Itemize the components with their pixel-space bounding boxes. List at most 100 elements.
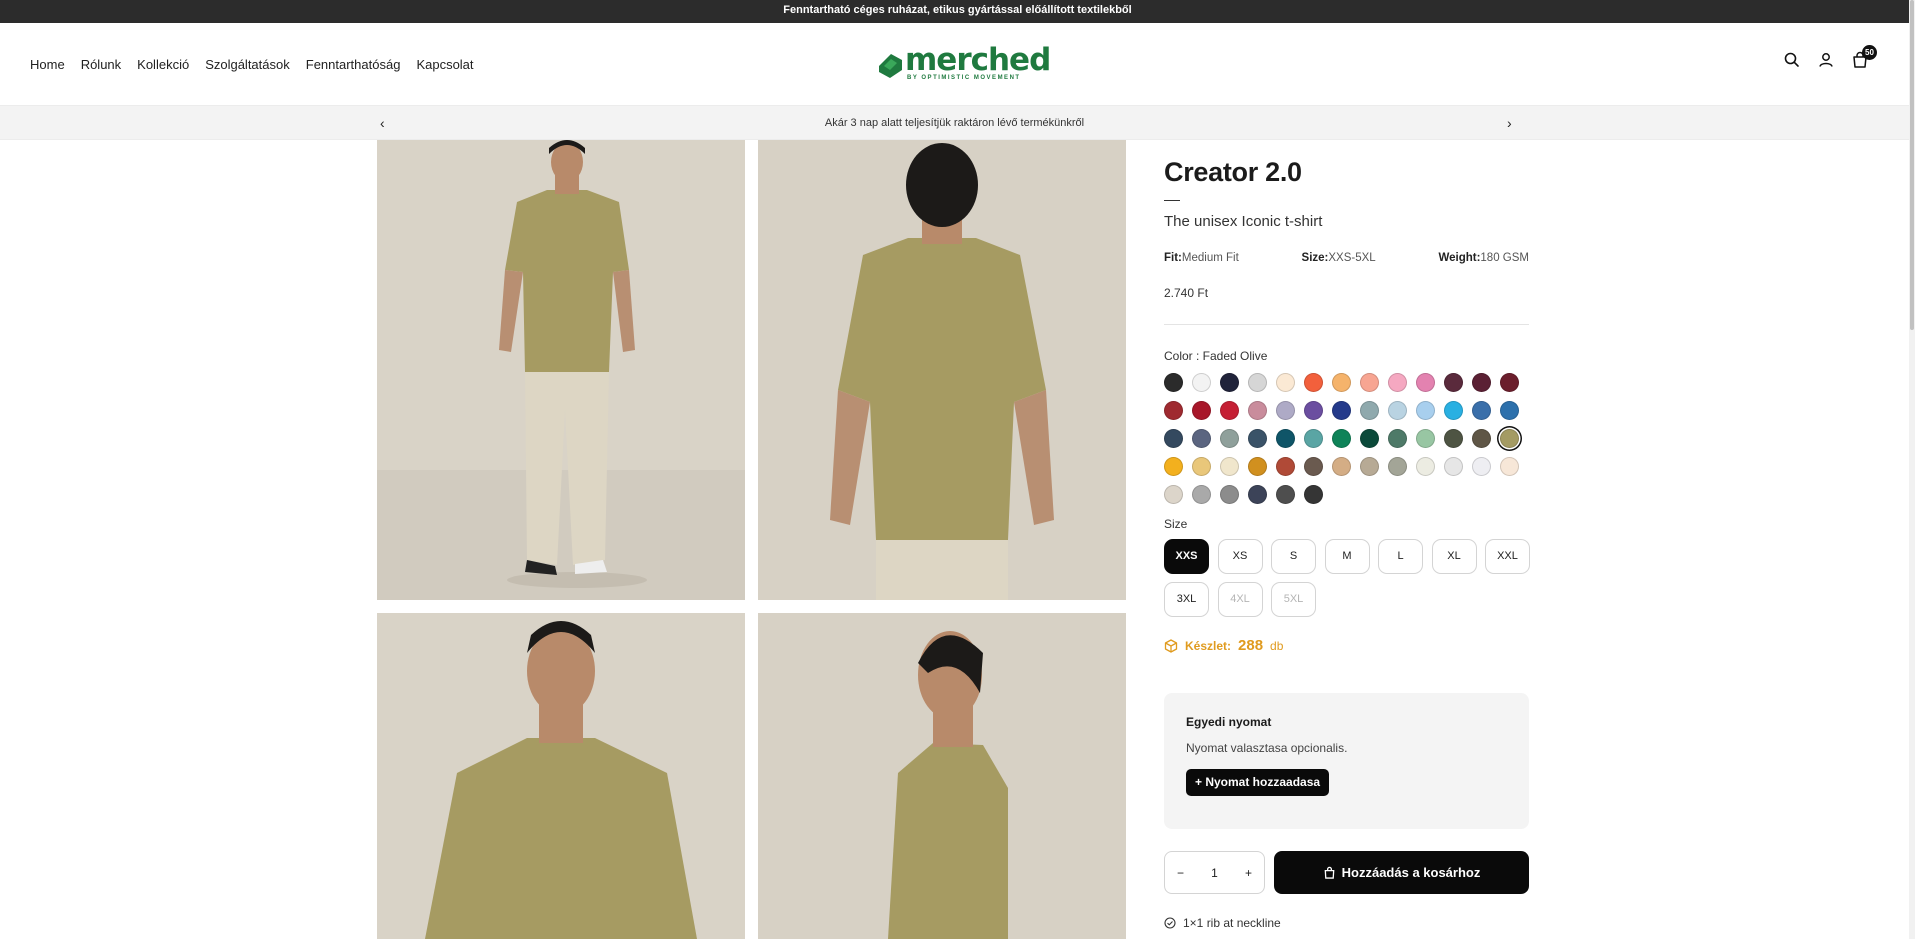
- quantity-value[interactable]: 1: [1211, 866, 1218, 880]
- page-scrollbar[interactable]: [1909, 0, 1915, 939]
- color-swatch[interactable]: [1360, 373, 1379, 392]
- color-swatch[interactable]: [1472, 457, 1491, 476]
- color-swatch[interactable]: [1248, 457, 1267, 476]
- color-swatch[interactable]: [1220, 485, 1239, 504]
- color-swatch[interactable]: [1500, 429, 1519, 448]
- product-specs: Fit:Medium Fit Size:XXS-5XL Weight:180 G…: [1164, 252, 1529, 264]
- color-swatch[interactable]: [1304, 457, 1323, 476]
- color-swatch[interactable]: [1192, 373, 1211, 392]
- color-swatch[interactable]: [1388, 457, 1407, 476]
- color-swatch[interactable]: [1360, 429, 1379, 448]
- stock-label: Készlet:: [1185, 638, 1232, 653]
- custom-print-box: Egyedi nyomat Nyomat valasztasa opcional…: [1164, 693, 1529, 829]
- size-option[interactable]: 5XL: [1271, 582, 1316, 617]
- nav-contact[interactable]: Kapcsolat: [416, 57, 473, 72]
- cart-count-badge: 50: [1862, 45, 1877, 60]
- color-swatch[interactable]: [1388, 429, 1407, 448]
- product-photo-front-full[interactable]: [377, 140, 745, 600]
- color-swatch[interactable]: [1444, 373, 1463, 392]
- nav-about[interactable]: Rólunk: [81, 57, 121, 72]
- color-swatch[interactable]: [1444, 429, 1463, 448]
- quantity-decrease-button[interactable]: −: [1177, 866, 1184, 880]
- color-swatch[interactable]: [1248, 429, 1267, 448]
- color-swatch[interactable]: [1416, 457, 1435, 476]
- add-to-cart-button[interactable]: Hozzáadás a kosárhoz: [1274, 851, 1529, 894]
- color-swatch[interactable]: [1332, 401, 1351, 420]
- announcement-text: Fenntartható céges ruházat, etikus gyárt…: [783, 4, 1132, 16]
- color-swatch[interactable]: [1276, 485, 1295, 504]
- color-swatch[interactable]: [1220, 429, 1239, 448]
- color-swatch[interactable]: [1360, 401, 1379, 420]
- size-option[interactable]: XS: [1217, 539, 1263, 574]
- search-icon[interactable]: [1783, 51, 1801, 69]
- color-swatch[interactable]: [1276, 457, 1295, 476]
- color-swatch[interactable]: [1276, 401, 1295, 420]
- product-photo-back[interactable]: [758, 140, 1126, 600]
- size-option[interactable]: 3XL: [1164, 582, 1209, 617]
- color-swatch[interactable]: [1192, 429, 1211, 448]
- color-swatch[interactable]: [1416, 429, 1435, 448]
- color-swatch[interactable]: [1332, 457, 1351, 476]
- nav-home[interactable]: Home: [30, 57, 65, 72]
- color-swatch[interactable]: [1472, 401, 1491, 420]
- color-swatch[interactable]: [1248, 401, 1267, 420]
- color-swatch[interactable]: [1164, 485, 1183, 504]
- color-swatch[interactable]: [1220, 401, 1239, 420]
- color-swatch[interactable]: [1500, 401, 1519, 420]
- color-swatch[interactable]: [1164, 373, 1183, 392]
- color-swatch[interactable]: [1416, 373, 1435, 392]
- color-swatch[interactable]: [1500, 373, 1519, 392]
- promo-next-arrow-icon[interactable]: ›: [1507, 115, 1512, 131]
- color-swatch[interactable]: [1500, 457, 1519, 476]
- color-swatch[interactable]: [1164, 429, 1183, 448]
- color-swatch[interactable]: [1360, 457, 1379, 476]
- color-swatch[interactable]: [1192, 485, 1211, 504]
- color-swatch[interactable]: [1304, 485, 1323, 504]
- cart-icon[interactable]: 50: [1851, 45, 1877, 69]
- color-swatch[interactable]: [1304, 429, 1323, 448]
- color-swatch[interactable]: [1388, 373, 1407, 392]
- quantity-increase-button[interactable]: +: [1245, 866, 1252, 880]
- size-option[interactable]: XXS: [1164, 539, 1209, 574]
- size-option[interactable]: L: [1378, 539, 1423, 574]
- promo-text: Akár 3 nap alatt teljesítjük raktáron lé…: [824, 117, 1085, 129]
- color-swatch[interactable]: [1332, 429, 1351, 448]
- product-photo-front-closeup[interactable]: [377, 613, 745, 939]
- size-option[interactable]: XL: [1431, 539, 1477, 574]
- color-swatch[interactable]: [1472, 373, 1491, 392]
- color-swatch[interactable]: [1276, 373, 1295, 392]
- nav-collection[interactable]: Kollekció: [137, 57, 189, 72]
- custom-print-desc: Nyomat valasztasa opcionalis.: [1186, 741, 1348, 755]
- color-swatch[interactable]: [1444, 401, 1463, 420]
- product-photo-side[interactable]: [758, 613, 1126, 939]
- size-option[interactable]: 4XL: [1217, 582, 1263, 617]
- size-option[interactable]: S: [1271, 539, 1316, 574]
- color-swatch[interactable]: [1192, 457, 1211, 476]
- color-swatch[interactable]: [1220, 373, 1239, 392]
- color-swatch[interactable]: [1304, 401, 1323, 420]
- logo[interactable]: merched BY OPTIMISTIC MOVEMENT: [875, 42, 1051, 84]
- color-swatch[interactable]: [1192, 401, 1211, 420]
- color-swatch[interactable]: [1248, 485, 1267, 504]
- color-swatch[interactable]: [1164, 457, 1183, 476]
- scrollbar-thumb[interactable]: [1910, 0, 1914, 330]
- nav-sustainability[interactable]: Fenntarthatóság: [306, 57, 401, 72]
- title-divider: [1164, 200, 1180, 201]
- color-swatch[interactable]: [1332, 373, 1351, 392]
- size-option[interactable]: M: [1324, 539, 1370, 574]
- size-option[interactable]: XXL: [1485, 539, 1530, 574]
- color-swatch[interactable]: [1444, 457, 1463, 476]
- color-swatch[interactable]: [1472, 429, 1491, 448]
- stock-unit: db: [1270, 638, 1284, 653]
- nav-services[interactable]: Szolgáltatások: [205, 57, 290, 72]
- user-icon[interactable]: [1817, 51, 1835, 69]
- color-swatch[interactable]: [1220, 457, 1239, 476]
- color-swatch[interactable]: [1276, 429, 1295, 448]
- add-print-button[interactable]: + Nyomat hozzaadasa: [1186, 769, 1330, 796]
- color-swatch[interactable]: [1248, 373, 1267, 392]
- color-swatch[interactable]: [1304, 373, 1323, 392]
- color-swatch[interactable]: [1164, 401, 1183, 420]
- color-swatch[interactable]: [1388, 401, 1407, 420]
- product-info: Creator 2.0 The unisex Iconic t-shirt Fi…: [1164, 140, 1530, 930]
- color-swatch[interactable]: [1416, 401, 1435, 420]
